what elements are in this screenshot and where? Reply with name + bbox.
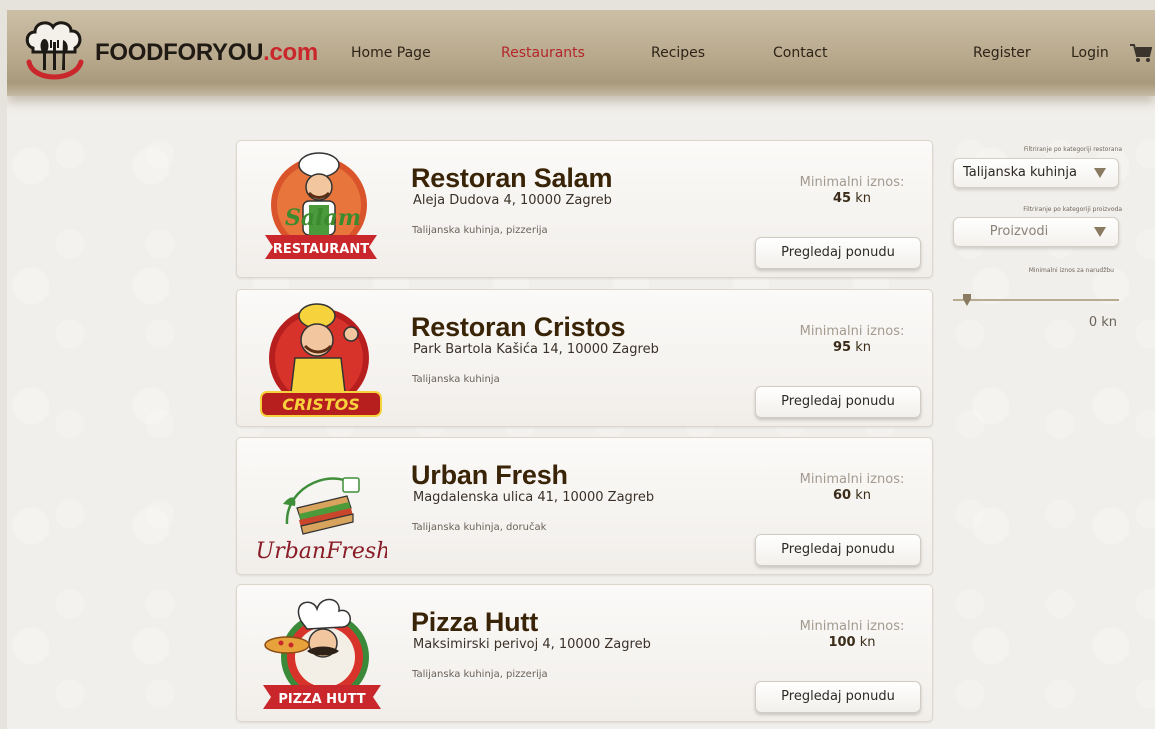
restaurant-name: Pizza Hutt: [411, 607, 539, 637]
min-order-amount: 45: [832, 191, 852, 206]
min-order-value: 60 kn: [757, 488, 947, 503]
min-order-value: 45 kn: [757, 191, 947, 206]
min-order-currency: kn: [855, 488, 871, 503]
dropdown-arrow-icon: [1094, 168, 1106, 178]
min-order-value: 95 kn: [757, 340, 947, 355]
slider-thumb-icon[interactable]: [962, 294, 972, 306]
nav-contact[interactable]: Contact: [773, 45, 827, 61]
restaurant-address: Magdalenska ulica 41, 10000 Zagreb: [413, 490, 655, 505]
restaurant-categories: Talijanska kuhinja, pizzerija: [412, 669, 548, 680]
restaurant-category-select[interactable]: Talijanska kuhinja: [953, 158, 1119, 188]
view-offer-button[interactable]: Pregledaj ponudu: [755, 386, 921, 418]
site-logo[interactable]: FOODFORYOU.com: [23, 18, 323, 84]
page: FOODFORYOU.com Home Page Restaurants Rec…: [7, 10, 1155, 729]
min-order-box: Minimalni iznos: 45 kn: [757, 175, 947, 206]
pizza-hutt-logo: PIZZA HUTT: [263, 598, 381, 709]
min-order-box: Minimalni iznos: 100 kn: [757, 619, 947, 650]
restaurant-address: Maksimirski perivoj 4, 10000 Zagreb: [413, 637, 651, 652]
restaurant-category-filter-caption: Filtriranje po kategoriji restorana: [1023, 146, 1122, 153]
restaurant-category-value: Talijanska kuhinja: [963, 165, 1078, 180]
brand-name: FOODFORYOU.com: [95, 39, 318, 67]
min-order-amount: 95: [832, 340, 852, 355]
product-category-placeholder: Proizvodi: [989, 224, 1049, 239]
restaurant-name: Restoran Salam: [411, 163, 613, 193]
restaurant-categories: Talijanska kuhinja, pizzerija: [412, 225, 548, 236]
nav-login[interactable]: Login: [1071, 45, 1109, 61]
nav-home[interactable]: Home Page: [351, 45, 431, 61]
site-header: FOODFORYOU.com Home Page Restaurants Rec…: [7, 10, 1155, 96]
min-order-slider-value: 0 kn: [1088, 315, 1117, 330]
nav-restaurants[interactable]: Restaurants: [501, 45, 585, 61]
product-category-filter-caption: Filtriranje po kategoriji proizvoda: [1023, 206, 1122, 213]
min-order-slider-track[interactable]: [953, 299, 1119, 301]
nav-recipes[interactable]: Recipes: [651, 45, 705, 61]
min-order-label: Minimalni iznos:: [799, 175, 905, 190]
restaurant-address: Park Bartola Kašića 14, 10000 Zagreb: [413, 342, 659, 357]
restaurant-name: Restoran Cristos: [411, 312, 626, 342]
min-order-value: 100 kn: [757, 635, 947, 650]
restaurant-name: Urban Fresh: [411, 460, 568, 490]
min-order-currency: kn: [855, 340, 871, 355]
logo-banner-text: PIZZA HUTT: [278, 692, 365, 707]
min-order-amount: 60: [832, 488, 852, 503]
view-offer-button[interactable]: Pregledaj ponudu: [755, 534, 921, 566]
min-order-currency: kn: [855, 191, 871, 206]
logo-script-text: UrbanFresh: [257, 539, 387, 564]
restaurant-address: Aleja Dudova 4, 10000 Zagreb: [413, 193, 612, 208]
logo-banner-text: CRISTOS: [282, 395, 360, 414]
restaurant-card: UrbanFresh Urban Fresh Magdalenska ulica…: [236, 437, 933, 575]
brand-name-main: FOODFORYOU: [95, 39, 264, 66]
view-offer-button[interactable]: Pregledaj ponudu: [755, 681, 921, 713]
min-order-box: Minimalni iznos: 60 kn: [757, 472, 947, 503]
min-order-label: Minimalni iznos:: [799, 619, 905, 634]
min-order-box: Minimalni iznos: 95 kn: [757, 324, 947, 355]
brand-name-suffix: .com: [263, 39, 318, 66]
nav-register[interactable]: Register: [973, 45, 1031, 61]
min-order-currency: kn: [859, 635, 876, 650]
product-category-select[interactable]: Proizvodi: [953, 217, 1119, 247]
restaurant-categories: Talijanska kuhinja, doručak: [412, 522, 547, 533]
restaurant-card: RESTAURANT Salam Restoran Salam Aleja Du…: [236, 140, 933, 278]
logo-banner-text: RESTAURANT: [273, 242, 369, 257]
urban-fresh-logo: UrbanFresh: [257, 477, 387, 564]
restaurant-card: PIZZA HUTT Pizza Hutt Maksimirski perivo…: [236, 584, 933, 722]
dropdown-arrow-icon: [1094, 227, 1106, 237]
restaurant-card: CRISTOS Restoran Cristos Park Bartola Ka…: [236, 289, 933, 427]
restoran-salam-logo: RESTAURANT Salam: [265, 152, 377, 259]
min-order-label: Minimalni iznos:: [799, 472, 905, 487]
shopping-cart-icon[interactable]: [1130, 43, 1152, 63]
logo-script-text: Salam: [285, 205, 361, 231]
chef-hat-logo-icon: [25, 21, 84, 80]
min-order-amount: 100: [828, 635, 856, 650]
restoran-cristos-logo: CRISTOS: [260, 303, 382, 417]
min-order-filter-caption: Minimalni iznos za narudžbu: [1028, 267, 1114, 274]
restaurant-categories: Talijanska kuhinja: [412, 374, 500, 385]
view-offer-button[interactable]: Pregledaj ponudu: [755, 237, 921, 269]
min-order-label: Minimalni iznos:: [799, 324, 905, 339]
